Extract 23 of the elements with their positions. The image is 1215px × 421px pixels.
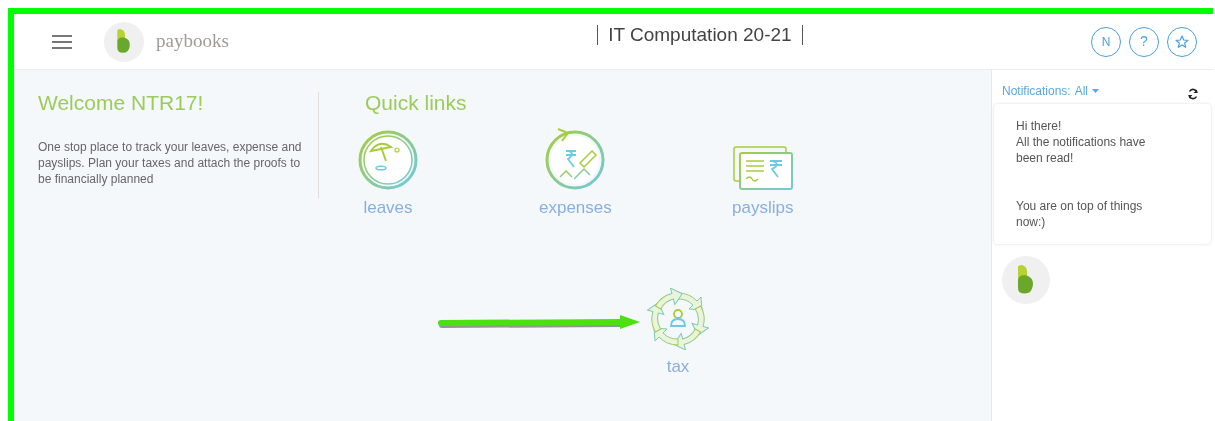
quick-links-title: Quick links xyxy=(365,92,468,113)
logo-icon xyxy=(104,21,144,62)
welcome-title: Welcome NTR17! xyxy=(38,92,205,113)
message-text: You are on top of things now:) xyxy=(1016,198,1144,230)
rupee-coin-icon xyxy=(544,125,607,191)
refresh-icon[interactable] xyxy=(1187,88,1199,100)
message-text: All the notifications have been read! xyxy=(1016,134,1147,166)
brand-name: paybooks xyxy=(156,29,229,54)
beach-umbrella-icon xyxy=(357,129,419,191)
cheque-icon xyxy=(731,145,794,191)
quick-link[interactable]: leaves xyxy=(357,121,419,216)
quick-link[interactable]: payslips xyxy=(731,121,794,216)
welcome-text: One stop place to track your leaves, expense and payslips. Plan your taxes and attach the proofs to be financially planned xyxy=(38,139,303,187)
filter-dropdown[interactable]: All xyxy=(1074,82,1100,100)
menu-icon[interactable] xyxy=(52,34,72,49)
cycle-person-icon xyxy=(647,288,709,350)
logo-icon xyxy=(1002,256,1050,304)
quick-link[interactable]: expenses xyxy=(539,121,612,216)
caret-icon xyxy=(1092,89,1100,93)
quick-link[interactable]: tax xyxy=(647,280,709,375)
notifications-label: Notifications: xyxy=(1002,83,1071,100)
page-title: IT Computation 20-21 xyxy=(597,24,803,45)
message-text: Hi there! xyxy=(1016,118,1063,134)
